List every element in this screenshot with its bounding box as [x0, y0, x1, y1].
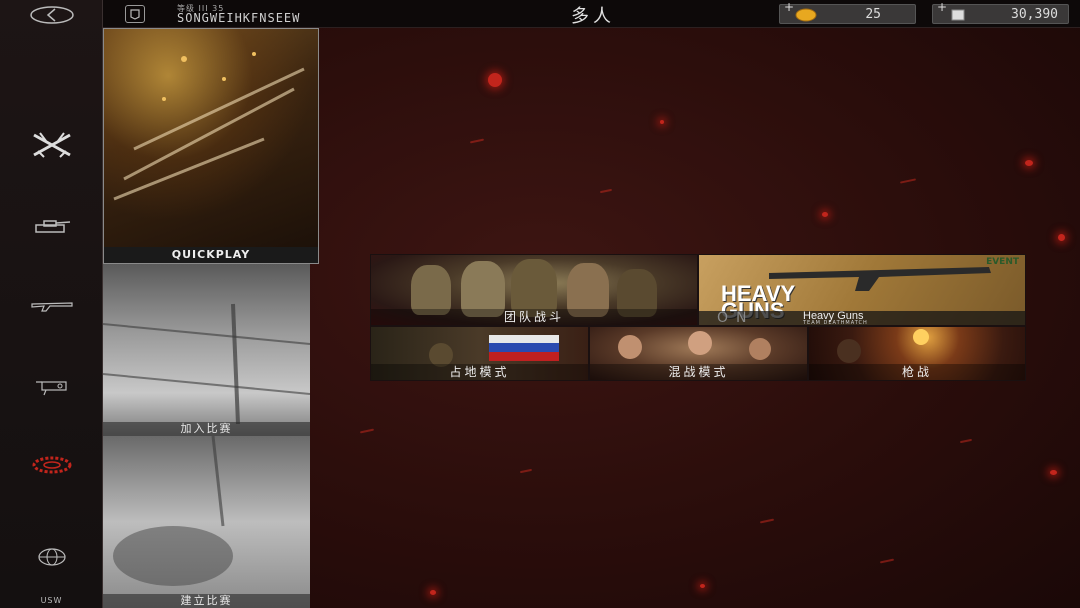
nav-armory[interactable] — [0, 216, 103, 238]
event-tag: EVENT — [986, 257, 1019, 267]
spark — [822, 212, 828, 217]
back-button[interactable] — [0, 4, 103, 26]
server-region-label: USW — [40, 596, 63, 605]
add-gold-icon[interactable]: + — [784, 0, 794, 14]
gunfight-label: 枪战 — [809, 364, 1025, 380]
back-icon — [29, 6, 74, 24]
grenade-launcher-icon — [35, 381, 67, 396]
create-match-art — [113, 436, 233, 586]
create-match-label: 建立比赛 — [103, 594, 310, 608]
nav-weapons[interactable] — [0, 296, 103, 316]
join-match-art — [103, 303, 310, 424]
heavy-gun-art — [769, 267, 991, 291]
spark — [1050, 470, 1057, 475]
quickplay-art — [113, 52, 305, 201]
gold-coin-icon — [795, 8, 817, 22]
streak — [899, 178, 917, 184]
rank-badge-icon — [125, 5, 145, 23]
player-name: SONGWEIHKFNSEEW — [177, 11, 301, 25]
top-bar: 等级 III 35 SONGWEIHKFNSEEW 多人 + 25 + 30,3… — [103, 0, 1080, 28]
mode-free-for-all[interactable]: 混战模式 — [589, 326, 808, 381]
page-title: 多人 — [571, 6, 615, 27]
quickplay-card[interactable]: QUICKPLAY — [103, 28, 319, 264]
side-nav-rail: USW — [0, 0, 103, 608]
spark — [700, 584, 705, 588]
mode-gunfight[interactable]: 枪战 — [808, 326, 1026, 381]
spark — [1025, 160, 1033, 166]
quickplay-label: QUICKPLAY — [104, 247, 318, 263]
nav-server[interactable] — [0, 546, 103, 568]
melee-label: 混战模式 — [590, 364, 807, 380]
cash-value: 30,390 — [1011, 7, 1058, 22]
nav-settings[interactable] — [0, 454, 103, 476]
spark — [488, 73, 502, 87]
nav-multiplayer[interactable] — [0, 128, 103, 162]
create-match-card[interactable]: 建立比赛 — [103, 436, 310, 608]
team-deathmatch-label: 团队战斗 — [371, 309, 697, 325]
conquest-art — [429, 335, 559, 367]
gold-value: 25 — [865, 7, 881, 22]
add-cash-icon[interactable]: + — [937, 0, 947, 14]
melee-art — [618, 331, 771, 360]
crossed-rifles-icon — [32, 132, 71, 158]
mode-team-deathmatch[interactable]: 团队战斗 — [370, 254, 698, 326]
spark — [1058, 234, 1065, 241]
cash-currency[interactable]: + 30,390 — [932, 0, 1069, 24]
streak — [879, 558, 895, 564]
rifle-icon — [30, 302, 73, 312]
nav-equipment[interactable] — [0, 376, 103, 398]
join-match-label: 加入比赛 — [103, 422, 310, 436]
streak — [599, 188, 613, 194]
mode-heavy-guns[interactable]: EVENT HEAVY GUNS ON Heavy Guns TEAM DEAT… — [698, 254, 1026, 326]
gear-icon — [32, 456, 71, 474]
conquest-label: 占地模式 — [371, 364, 588, 380]
soldier-art — [411, 265, 451, 315]
gunfight-art — [837, 329, 929, 363]
streak — [959, 438, 973, 444]
mode-conquest[interactable]: 占地模式 — [370, 326, 589, 381]
streak — [469, 138, 485, 144]
spark — [430, 590, 436, 595]
tank-icon — [34, 220, 70, 233]
join-match-card[interactable]: 加入比赛 — [103, 264, 310, 436]
streak — [519, 468, 533, 474]
globe-icon — [37, 548, 66, 566]
streak — [759, 518, 775, 524]
spark — [660, 120, 664, 124]
streak — [359, 428, 375, 434]
heavy-guns-on-text: ON — [717, 310, 755, 326]
cash-icon — [951, 9, 965, 21]
gold-currency[interactable]: + 25 — [779, 0, 916, 24]
